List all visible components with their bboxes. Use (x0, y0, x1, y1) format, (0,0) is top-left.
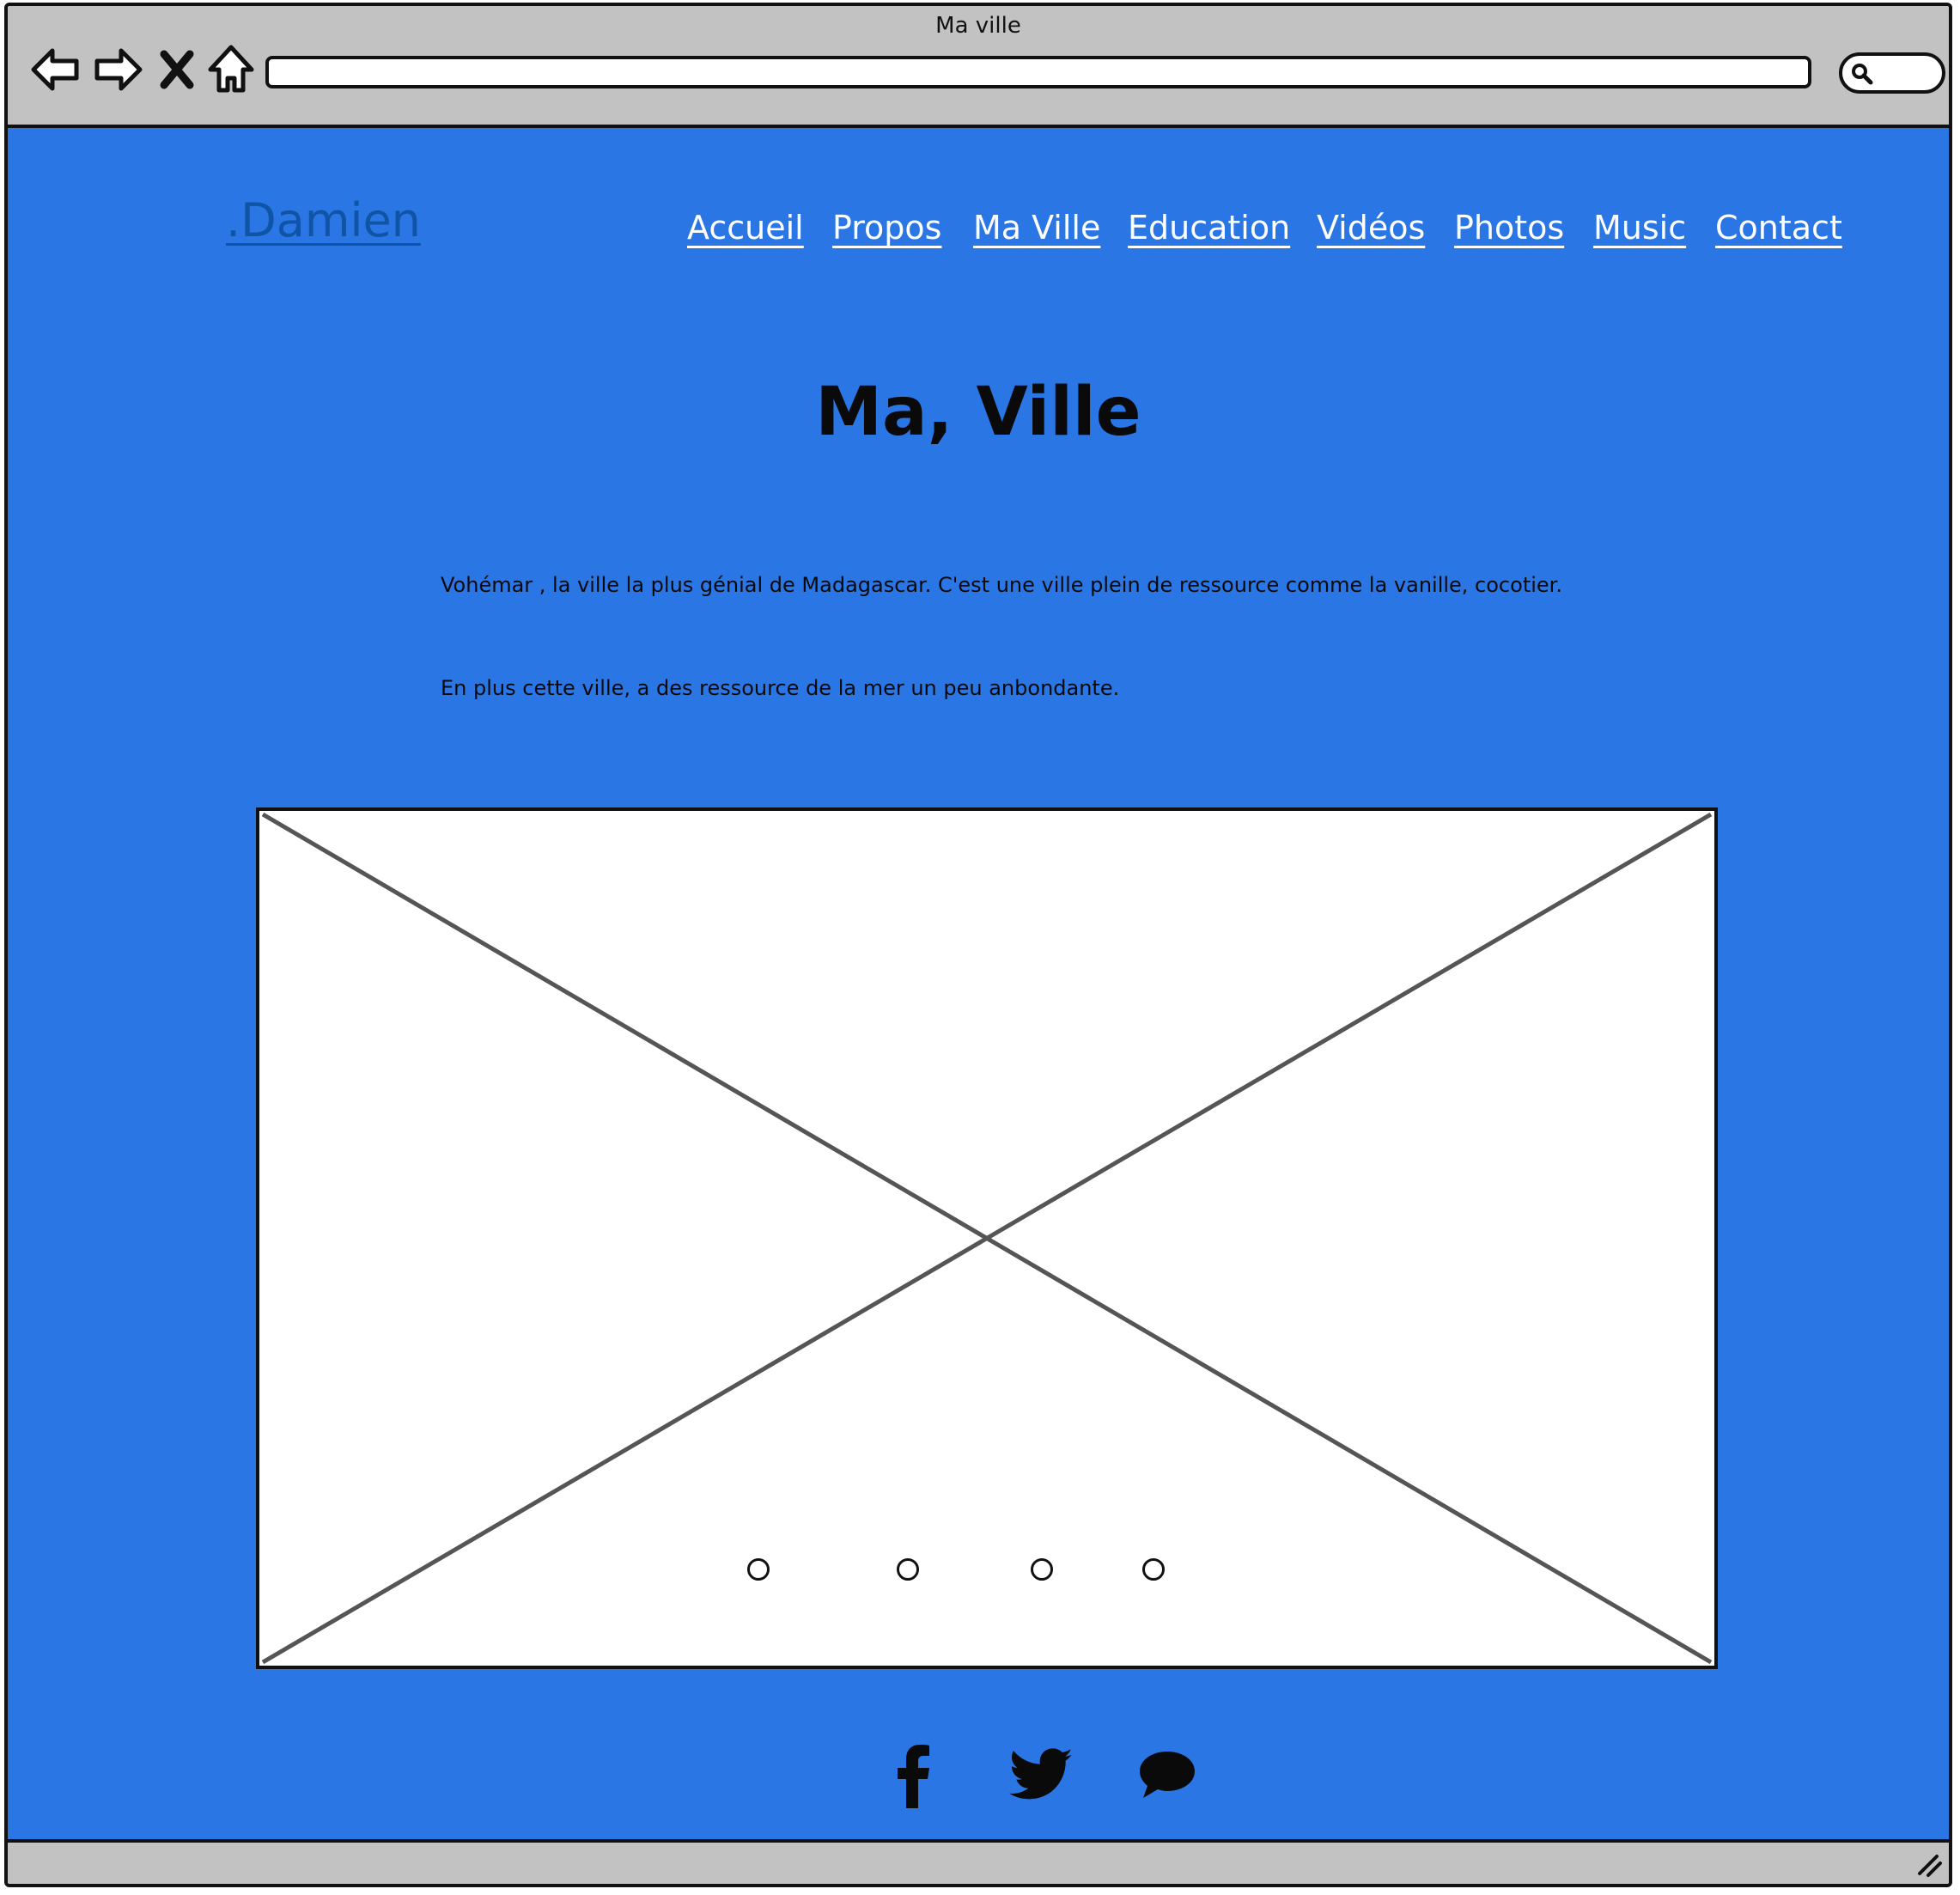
nav-link-videos[interactable]: Vidéos (1317, 209, 1425, 247)
browser-search-box[interactable] (1839, 52, 1945, 94)
close-x-icon[interactable] (155, 42, 198, 97)
nav-link-propos[interactable]: Propos (832, 209, 941, 247)
home-icon[interactable] (204, 42, 259, 97)
url-bar[interactable] (265, 56, 1811, 88)
image-carousel (256, 807, 1718, 1669)
page-title: Ma, Ville (815, 374, 1141, 451)
resize-grip-icon[interactable] (1914, 1849, 1944, 1879)
nav-link-education[interactable]: Education (1128, 209, 1290, 247)
paragraph-intro: Vohémar , la ville la plus génial de Mad… (441, 573, 1562, 597)
browser-window: Ma ville .Damien Accueil Propos Ma Ville… (4, 3, 1952, 1887)
facebook-icon[interactable] (880, 1741, 949, 1810)
carousel-dot-1[interactable] (747, 1558, 770, 1581)
browser-status-bar (8, 1839, 1949, 1884)
twitter-icon[interactable] (1007, 1741, 1075, 1810)
nav-link-contact[interactable]: Contact (1715, 209, 1842, 247)
carousel-dot-4[interactable] (1142, 1558, 1165, 1581)
nav-link-music[interactable]: Music (1593, 209, 1686, 247)
window-title: Ma ville (935, 13, 1021, 39)
forward-arrow-icon[interactable] (90, 42, 145, 97)
back-arrow-icon[interactable] (28, 42, 83, 97)
search-icon (1852, 64, 1873, 85)
brand-link[interactable]: .Damien (226, 193, 421, 247)
chat-bubble-icon[interactable] (1133, 1741, 1202, 1810)
carousel-dot-3[interactable] (1031, 1558, 1053, 1581)
paragraph-resources: En plus cette ville, a des ressource de … (441, 676, 1120, 700)
browser-toolbar: Ma ville (8, 6, 1949, 128)
nav-link-ma-ville[interactable]: Ma Ville (973, 209, 1100, 247)
nav-link-photos[interactable]: Photos (1454, 209, 1564, 247)
image-placeholder (261, 812, 1713, 1665)
nav-link-accueil[interactable]: Accueil (687, 209, 804, 247)
carousel-dot-2[interactable] (897, 1558, 919, 1581)
